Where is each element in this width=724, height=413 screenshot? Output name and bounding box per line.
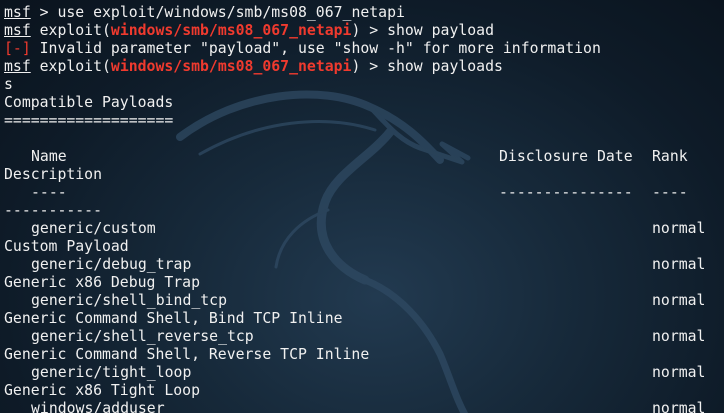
error-message: Invalid parameter "payload", use "show -… xyxy=(30,40,601,57)
prompt-prefix: exploit( xyxy=(30,22,111,39)
msf-prompt: msf xyxy=(4,58,31,75)
prompt-prefix: exploit( xyxy=(30,58,111,75)
terminal-window[interactable]: msf > use exploit/windows/smb/ms08_067_n… xyxy=(0,0,724,413)
payload-description: Custom Payload xyxy=(4,238,129,255)
payload-name: generic/debug_trap xyxy=(31,256,192,273)
payload-name: generic/custom xyxy=(31,220,156,237)
payload-description: Generic x86 Tight Loop xyxy=(4,382,200,399)
payload-rank: normal xyxy=(652,292,706,309)
payload-description: Generic Command Shell, Reverse TCP Inlin… xyxy=(4,346,370,363)
payload-rank: normal xyxy=(652,256,706,273)
rule-disclosure-date: --------------- xyxy=(499,184,633,201)
payload-rank: normal xyxy=(652,364,706,381)
active-module: windows/smb/ms08_067_netapi xyxy=(110,22,352,39)
prompt-line-1: msf > use exploit/windows/smb/ms08_067_n… xyxy=(4,4,405,22)
command-text: > use exploit/windows/smb/ms08_067_netap… xyxy=(30,4,405,21)
header-name: Name xyxy=(31,148,67,165)
header-rank: Rank xyxy=(652,148,688,165)
payload-name: generic/shell_reverse_tcp xyxy=(31,328,254,345)
command-text: ) > show payloads xyxy=(351,58,503,75)
prompt-line-2: msf exploit(windows/smb/ms08_067_netapi)… xyxy=(4,22,494,40)
rule-rank: ---- xyxy=(652,184,688,201)
command-text: ) > show payload xyxy=(351,22,494,39)
rule-description: ----------- xyxy=(4,202,102,219)
payload-name: generic/shell_bind_tcp xyxy=(31,292,227,309)
payload-rank: normal xyxy=(652,328,706,345)
rule-name: ---- xyxy=(31,184,67,201)
prompt-line-3: msf exploit(windows/smb/ms08_067_netapi)… xyxy=(4,58,503,76)
payload-rank: normal xyxy=(652,400,706,413)
active-module: windows/smb/ms08_067_netapi xyxy=(110,58,352,75)
msf-prompt: msf xyxy=(4,4,31,21)
payload-rank: normal xyxy=(652,220,706,237)
error-line: [-] Invalid parameter "payload", use "sh… xyxy=(4,40,601,58)
payload-name: generic/tight_loop xyxy=(31,364,192,381)
wrapped-char: s xyxy=(4,76,13,93)
payload-description: Generic Command Shell, Bind TCP Inline xyxy=(4,310,343,327)
msf-prompt: msf xyxy=(4,22,31,39)
payload-name: windows/adduser xyxy=(31,400,165,413)
section-title: Compatible Payloads xyxy=(4,94,174,111)
error-marker: [-] xyxy=(4,40,31,57)
header-description: Description xyxy=(4,166,102,183)
header-disclosure-date: Disclosure Date xyxy=(499,148,633,165)
section-rule: =================== xyxy=(4,112,174,129)
payload-description: Generic x86 Debug Trap xyxy=(4,274,200,291)
